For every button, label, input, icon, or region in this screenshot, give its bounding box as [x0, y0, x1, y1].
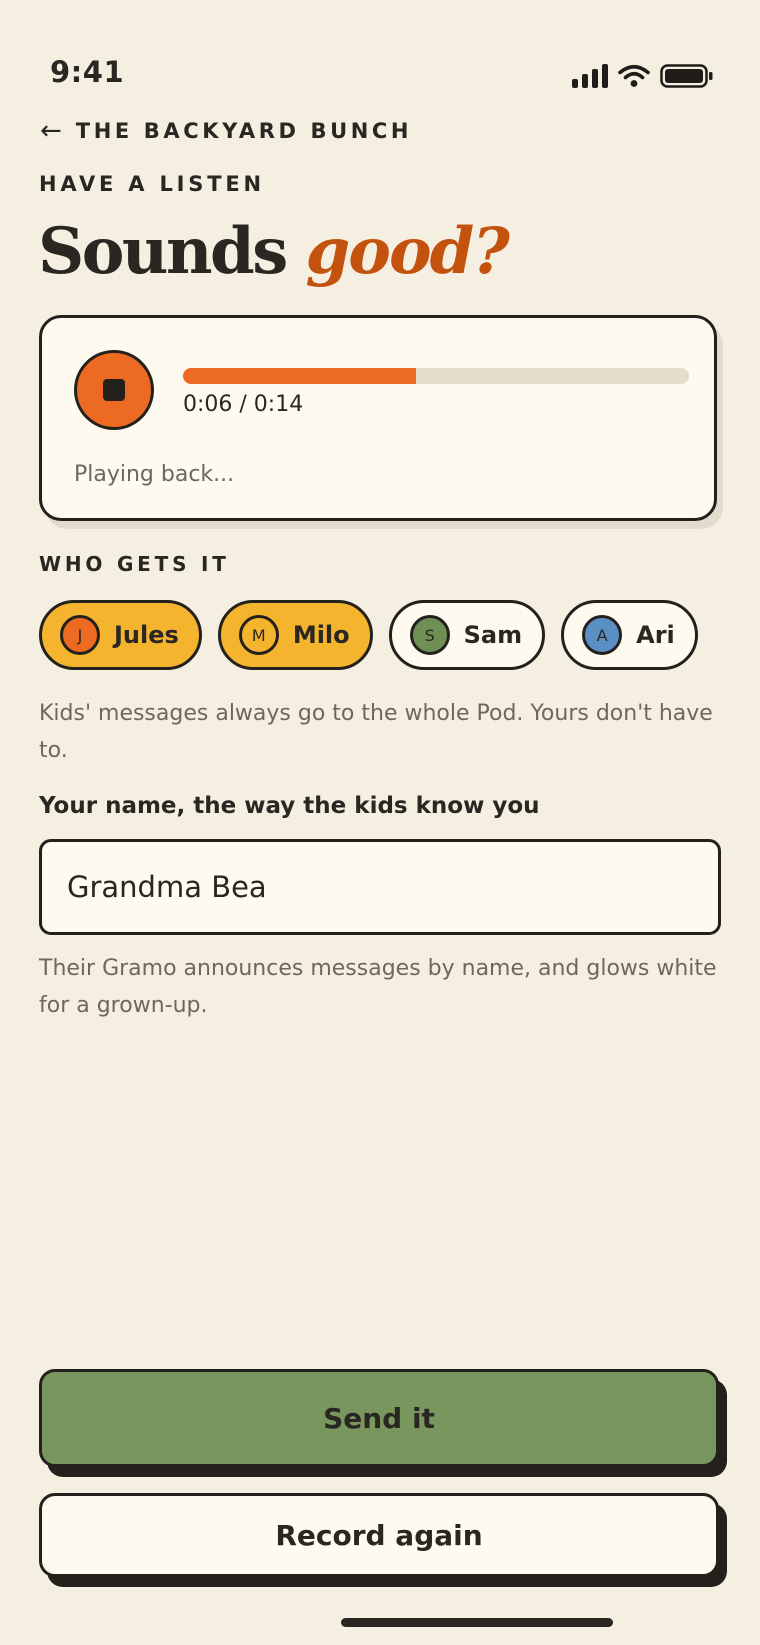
avatar: A	[582, 615, 623, 655]
recipient-chip-milo[interactable]: M Milo	[217, 600, 373, 670]
recipient-chips: J Jules M Milo S Sam A Ari	[39, 600, 698, 670]
back-link[interactable]: ← THE BACKYARD BUNCH	[40, 118, 412, 144]
page-title-accent: good?	[305, 214, 510, 289]
playback-progress-bar[interactable]	[183, 368, 689, 384]
home-indicator	[341, 1618, 613, 1627]
send-button[interactable]: Send it	[39, 1369, 719, 1467]
playback-progress-fill	[183, 368, 416, 384]
status-icons	[572, 64, 714, 88]
recipients-helper-text: Kids' messages always go to the whole Po…	[39, 701, 713, 763]
name-helper-text: Their Gramo announces messages by name, …	[39, 956, 717, 1018]
avatar: J	[60, 615, 100, 655]
recipient-name: Jules	[114, 621, 179, 649]
eyebrow-label: HAVE A LISTEN	[39, 172, 265, 196]
name-input[interactable]	[39, 839, 721, 935]
recipient-chip-sam[interactable]: S Sam	[388, 600, 546, 670]
playback-status: Playing back...	[74, 462, 235, 487]
recipients-label: WHO GETS IT	[39, 552, 230, 576]
recipient-chip-jules[interactable]: J Jules	[39, 600, 202, 670]
recipient-chip-ari[interactable]: A Ari	[561, 600, 698, 670]
time-readout: 0:06 / 0:14	[183, 392, 304, 417]
status-time: 9:41	[50, 55, 125, 89]
page-title-main: Sounds	[38, 214, 288, 289]
page-title: Sounds good?	[38, 220, 510, 284]
record-again-button[interactable]: Record again	[39, 1493, 719, 1577]
avatar: S	[409, 615, 450, 655]
avatar: M	[238, 615, 279, 655]
recipient-name: Ari	[636, 621, 675, 649]
recipient-name: Milo	[292, 621, 350, 649]
stop-icon	[103, 379, 125, 401]
back-link-label: THE BACKYARD BUNCH	[75, 119, 413, 143]
signal-icon	[572, 64, 608, 88]
wifi-icon	[618, 64, 650, 87]
battery-icon	[660, 64, 713, 88]
back-arrow-icon: ←	[40, 116, 62, 146]
playback-card: 0:06 / 0:14 Playing back...	[39, 315, 717, 521]
name-field-label: Your name, the way the kids know you	[39, 793, 540, 819]
stop-button[interactable]	[74, 350, 154, 430]
recipient-name: Sam	[463, 621, 523, 649]
